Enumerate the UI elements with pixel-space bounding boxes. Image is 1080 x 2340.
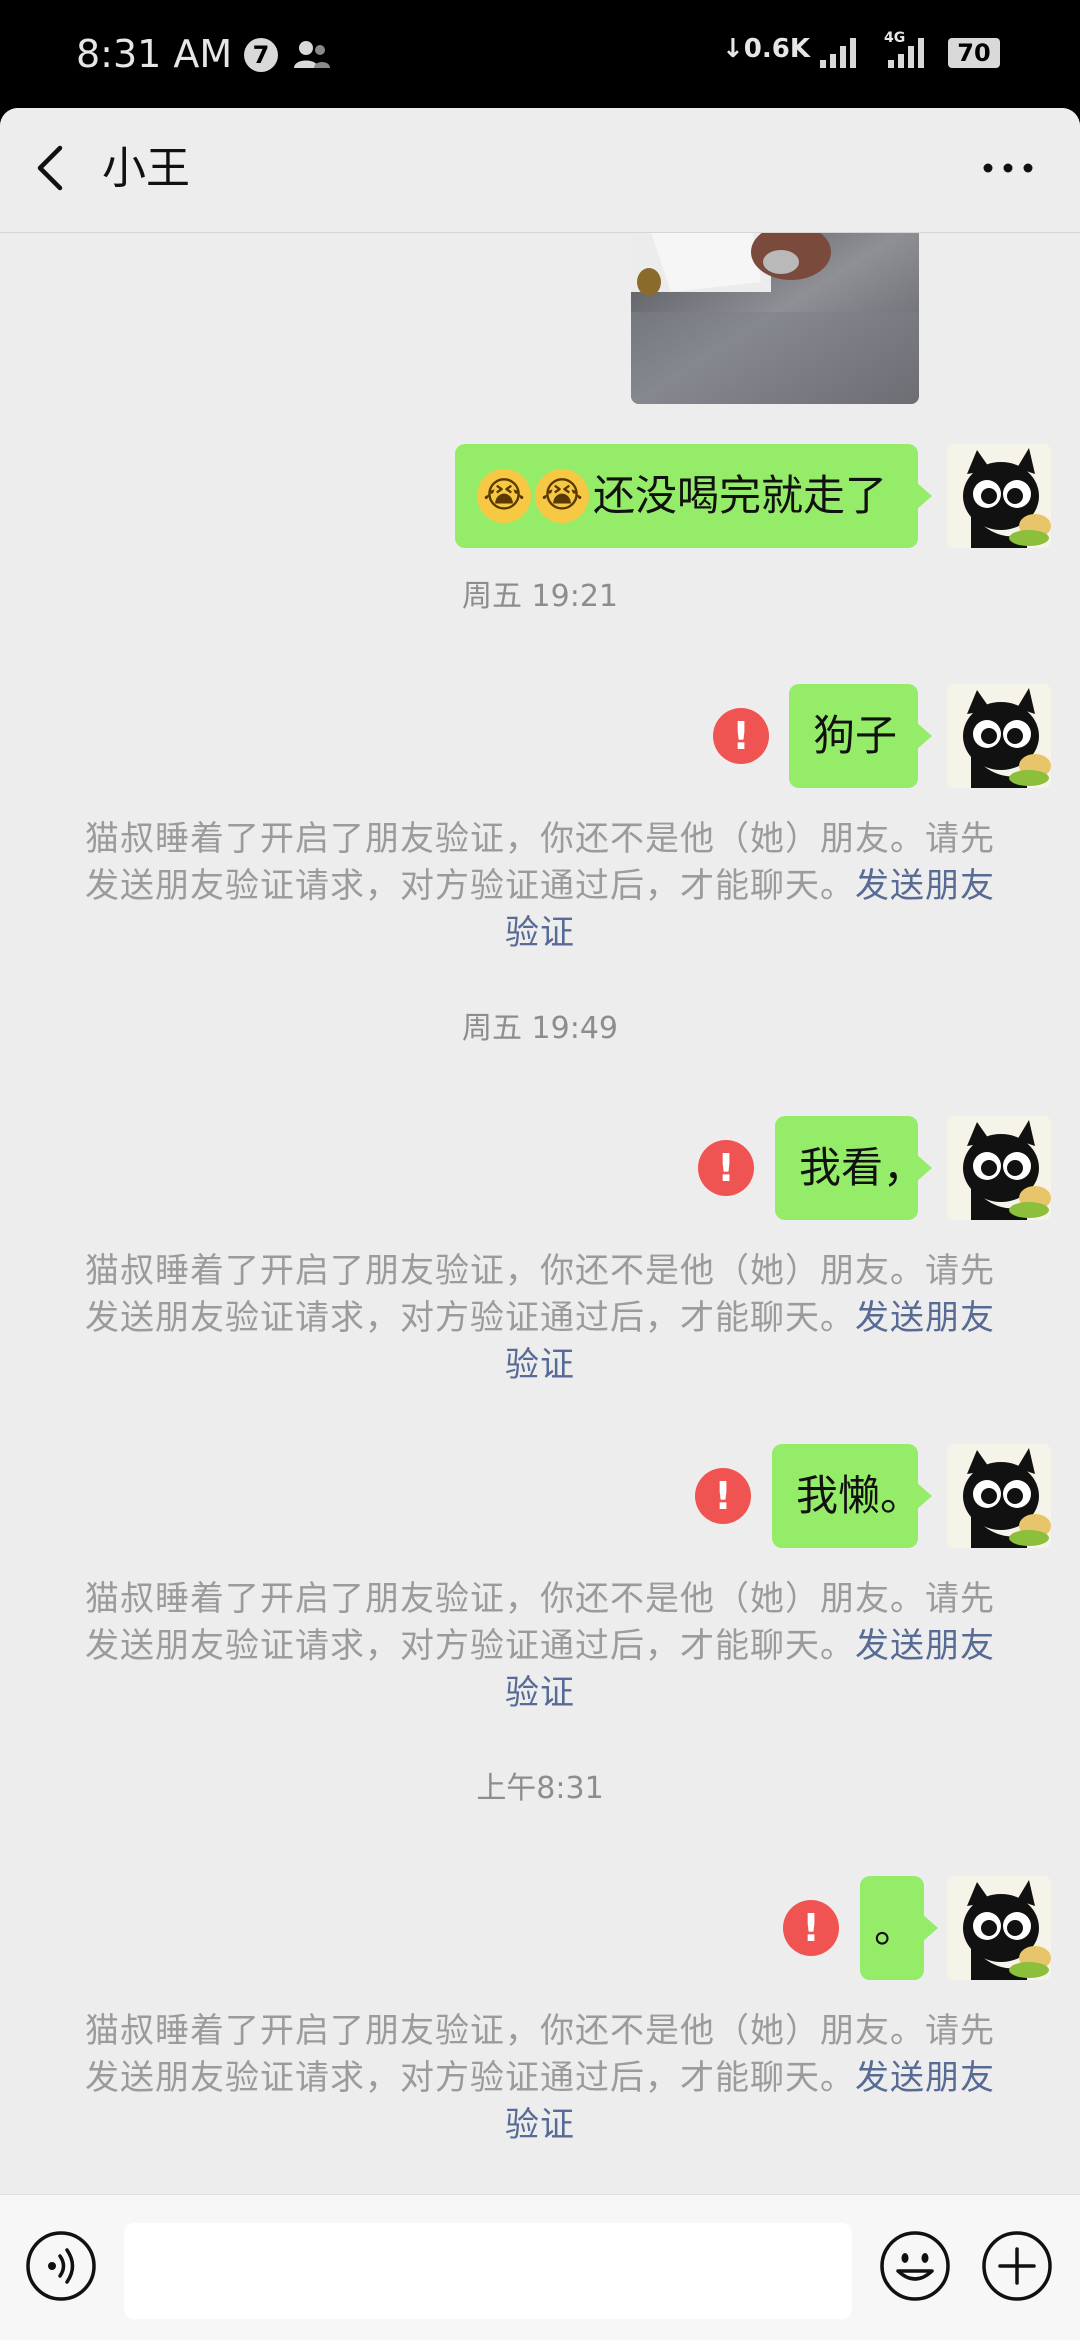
crying-emoji: 😭 — [535, 468, 589, 523]
system-message: 猫叔睡着了开启了朋友验证，你还不是他（她）朋友。请先发送朋友验证请求，对方验证通… — [85, 819, 995, 953]
error-icon[interactable]: ! — [695, 1468, 751, 1524]
sticker-button[interactable] — [878, 2229, 952, 2303]
system-message: 猫叔睡着了开启了朋友验证，你还不是他（她）朋友。请先发送朋友验证请求，对方验证通… — [85, 1251, 995, 1385]
message-text: 。 — [874, 1903, 917, 1952]
message-bubble[interactable]: 。 — [860, 1876, 938, 1980]
error-icon[interactable]: ! — [783, 1900, 839, 1956]
status-time: 8:31 AM — [76, 32, 233, 76]
message-text: 狗子 — [813, 711, 898, 760]
message-bubble[interactable]: 狗子 — [789, 684, 932, 788]
message-text: 我懒。 — [796, 1471, 923, 1520]
status-bar: 8:31 AM 7 ↓0.6K 4G 70 — [0, 0, 1080, 108]
battery-level: 70 — [948, 38, 1000, 68]
message-bubble[interactable]: 我懒。 — [772, 1444, 932, 1548]
message-input[interactable] — [124, 2223, 852, 2319]
chevron-left-icon — [37, 145, 63, 191]
message-timestamp: 周五 19:21 — [462, 579, 618, 614]
smiley-icon — [880, 2231, 950, 2301]
system-message: 猫叔睡着了开启了朋友验证，你还不是他（她）朋友。请先发送朋友验证请求，对方验证通… — [85, 2011, 995, 2145]
chat-title: 小王 — [102, 143, 190, 194]
message-text: 还没喝完就走了 — [593, 471, 888, 520]
phone-screen: 8:31 AM 7 ↓0.6K 4G 70 小王 😭 😭 还没喝完就走了 周五 … — [0, 0, 1080, 2340]
crying-emoji: 😭 — [477, 468, 531, 523]
plus-icon — [982, 2231, 1052, 2301]
notification-count-badge: 7 — [244, 38, 278, 72]
chat-window: 小王 😭 😭 还没喝完就走了 周五 19:21 狗子 ! 猫叔睡着了开启了朋友验… — [0, 108, 1080, 2340]
image-message[interactable] — [631, 232, 919, 404]
network-type: 4G — [884, 30, 906, 46]
net-speed: ↓0.6K — [722, 34, 810, 64]
more-functions-button[interactable] — [980, 2229, 1054, 2303]
voice-icon — [26, 2231, 96, 2301]
message-text: 我看， — [799, 1143, 926, 1192]
error-icon[interactable]: ! — [698, 1140, 754, 1196]
avatar[interactable] — [947, 684, 1051, 788]
avatar[interactable] — [947, 1444, 1051, 1548]
system-message: 猫叔睡着了开启了朋友验证，你还不是他（她）朋友。请先发送朋友验证请求，对方验证通… — [85, 1579, 995, 1713]
message-list[interactable]: 😭 😭 还没喝完就走了 周五 19:21 狗子 ! 猫叔睡着了开启了朋友验证，你… — [0, 232, 1080, 2202]
error-icon[interactable]: ! — [713, 708, 769, 764]
message-bubble[interactable]: 我看， — [775, 1116, 932, 1220]
input-bar — [0, 2194, 1080, 2340]
chat-header: 小王 — [0, 108, 1080, 233]
message-timestamp: 周五 19:49 — [462, 1011, 618, 1046]
contacts-icon — [292, 38, 332, 72]
back-button[interactable] — [20, 136, 84, 200]
message-bubble[interactable]: 😭 😭 还没喝完就走了 — [455, 444, 932, 548]
signal-icon — [818, 36, 862, 70]
more-dots-icon — [983, 163, 1033, 173]
more-button[interactable] — [972, 136, 1044, 200]
avatar[interactable] — [947, 1116, 1051, 1220]
message-timestamp: 上午8:31 — [476, 1771, 604, 1806]
voice-button[interactable] — [24, 2229, 98, 2303]
avatar[interactable] — [947, 1876, 1051, 1980]
avatar[interactable] — [947, 444, 1051, 548]
